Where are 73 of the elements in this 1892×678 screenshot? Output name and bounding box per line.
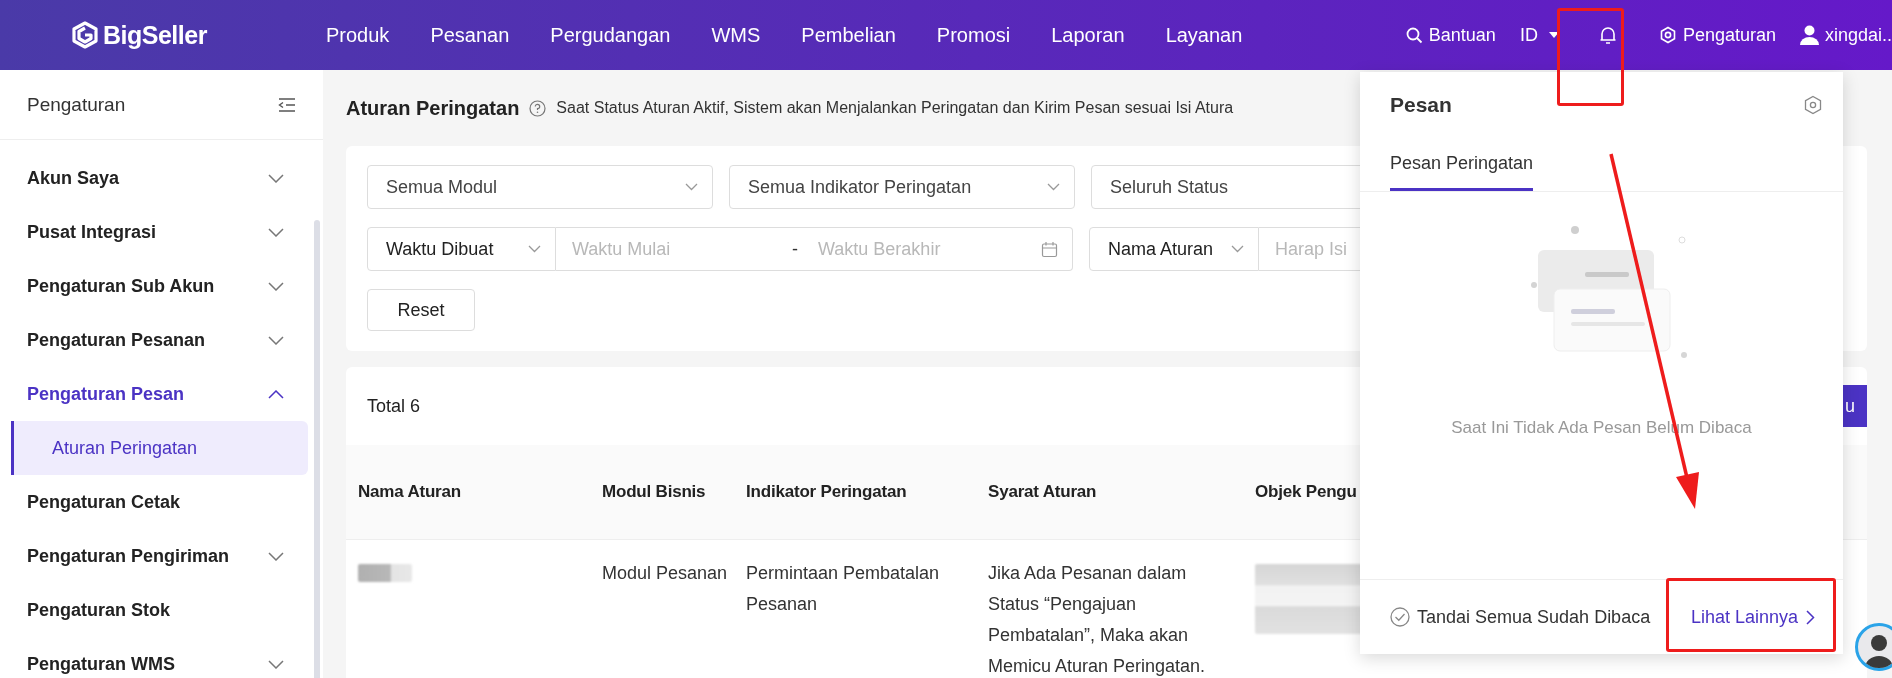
column-header: Modul Bisnis <box>602 482 707 502</box>
indicator-select[interactable]: Semua Indikator Peringatan <box>729 165 1075 209</box>
column-header: Syarat Aturan <box>988 482 1098 502</box>
date-range-field[interactable]: Waktu Mulai - Waktu Berakhir <box>556 227 1073 271</box>
chevron-icon <box>528 245 541 253</box>
search-icon <box>1405 26 1423 44</box>
logo-icon <box>72 21 98 49</box>
redacted-text <box>358 564 412 582</box>
column-header: Indikator Peringatan <box>746 482 908 502</box>
sidebar-item[interactable]: Pengaturan Cetak <box>0 475 323 529</box>
nav-item[interactable]: Produk <box>326 23 390 47</box>
table-cell-text: Permintaan Pembatalan Pesanan <box>746 562 941 616</box>
popup-title: Pesan <box>1390 93 1452 117</box>
sidebar-item[interactable]: Pengaturan Sub Akun <box>0 259 323 313</box>
logo-text[interactable]: BigSeller <box>103 20 207 50</box>
page-description: Saat Status Aturan Aktif, Sistem akan Menjalankan Peringatan dan Kirim Pesan sesuai Isi Atura <box>556 99 1234 117</box>
chevron-icon <box>268 281 284 291</box>
sidebar-title: Pengaturan <box>27 93 126 116</box>
chevron-icon <box>268 389 284 399</box>
chevron-icon <box>268 335 284 345</box>
scrollbar[interactable] <box>314 220 320 678</box>
user-icon <box>1799 25 1819 45</box>
search-type-select[interactable]: Nama Aturan <box>1089 227 1259 271</box>
nav-item[interactable]: Layanan <box>1165 23 1243 47</box>
page-title: Aturan Peringatan <box>346 96 520 120</box>
sidebar-item[interactable]: Pengaturan Pesanan <box>0 313 323 367</box>
module-select[interactable]: Semua Modul <box>367 165 713 209</box>
settings-link[interactable]: Pengaturan <box>1658 24 1776 46</box>
chevron-icon <box>1231 245 1244 253</box>
settings-icon[interactable] <box>1803 95 1823 115</box>
range-separator: - <box>792 238 799 260</box>
bell-icon[interactable] <box>1598 25 1617 45</box>
chevron-icon <box>268 173 284 183</box>
total-count: Total 6 <box>367 395 421 417</box>
calendar-icon <box>1041 240 1058 258</box>
help-link[interactable]: Bantuan <box>1405 24 1496 46</box>
chevron-icon <box>268 659 284 669</box>
chevron-icon <box>1047 183 1060 191</box>
settings-icon <box>1658 26 1677 44</box>
language-selector[interactable]: ID <box>1519 24 1559 46</box>
sidebar-subitem[interactable]: Aturan Peringatan <box>11 421 308 475</box>
user-menu[interactable]: xingdai.. <box>1799 24 1892 46</box>
reset-button[interactable]: Reset <box>367 289 475 331</box>
sidebar-item[interactable]: Pusat Integrasi <box>0 205 323 259</box>
nav-item[interactable]: Pembelian <box>801 23 896 47</box>
nav-item[interactable]: Laporan <box>1051 23 1125 47</box>
chevron-icon <box>268 227 284 237</box>
table-cell-text: Jika Ada Pesanan dalam Status “Pengajuan Pembatalan”, Maka akan Memicu Aturan Peringatan. <box>988 562 1207 678</box>
nav-item[interactable]: Promosi <box>936 23 1011 47</box>
column-header: Objek Pengu <box>1255 482 1358 502</box>
chevron-right-icon <box>1806 609 1815 625</box>
sidebar-item[interactable]: Pengaturan Pengiriman <box>0 529 323 583</box>
start-date-placeholder: Waktu Mulai <box>572 238 672 260</box>
sidebar-item[interactable]: Pengaturan WMS <box>0 637 323 678</box>
table-cell-text: Modul Pesanan <box>602 562 729 585</box>
mark-all-read-button[interactable]: Tandai Semua Sudah Dibaca <box>1390 606 1651 628</box>
check-circle-icon <box>1390 607 1410 627</box>
view-more-link[interactable]: Lihat Lainnya <box>1690 606 1815 628</box>
sidebar-item[interactable]: Pengaturan Stok <box>0 583 323 637</box>
popup-tab[interactable]: Pesan Peringatan <box>1390 138 1534 191</box>
nav-item[interactable]: Pesanan <box>430 23 510 47</box>
time-type-select[interactable]: Waktu Dibuat <box>367 227 556 271</box>
nav-item[interactable]: WMS <box>711 23 761 47</box>
collapse-icon[interactable] <box>278 97 296 112</box>
sidebar-item[interactable]: Pengaturan Pesan <box>0 367 323 421</box>
chevron-icon <box>268 551 284 561</box>
caret-icon <box>1548 32 1559 38</box>
help-icon[interactable] <box>529 99 547 117</box>
chevron-icon <box>685 183 698 191</box>
end-date-placeholder: Waktu Berakhir <box>818 238 942 260</box>
nav-item[interactable]: Pergudangan <box>550 23 671 47</box>
column-header: Nama Aturan <box>358 482 462 502</box>
sidebar-item[interactable]: Akun Saya <box>0 151 323 205</box>
